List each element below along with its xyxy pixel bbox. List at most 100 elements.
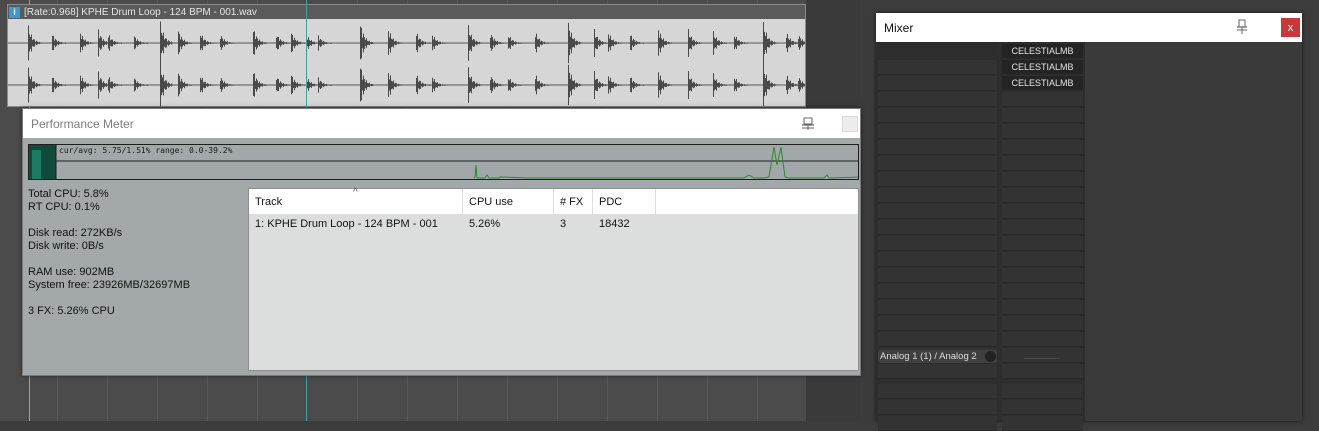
empty-fx-slot[interactable] xyxy=(878,284,997,299)
empty-fx-slot[interactable] xyxy=(1002,316,1083,331)
input-routing-label[interactable]: Analog 1 (1) / Analog 2 xyxy=(878,350,997,363)
info-icon[interactable]: i xyxy=(9,6,20,18)
waveform-peak xyxy=(331,42,332,44)
waveform-peak xyxy=(661,38,662,48)
performance-meter-window[interactable]: Performance Meter cur/avg: 5.75/1.51% ra… xyxy=(22,108,861,376)
empty-fx-slot[interactable] xyxy=(878,268,997,283)
waveform-peak xyxy=(493,40,494,46)
send-slot[interactable] xyxy=(1002,400,1083,415)
table-row[interactable]: 1: KPHE Drum Loop - 124 BPM - 001 5.26% … xyxy=(249,215,858,232)
perf-titlebar[interactable]: Performance Meter xyxy=(23,109,860,138)
waveform-peak xyxy=(134,78,135,92)
waveform-peak xyxy=(571,74,572,96)
close-button[interactable] xyxy=(842,116,858,132)
fx-slot[interactable]: CELESTIALMB xyxy=(1002,76,1083,90)
empty-fx-slot[interactable] xyxy=(878,316,997,331)
waveform-peak xyxy=(232,42,233,44)
waveform-peak xyxy=(365,40,366,46)
empty-fx-slot[interactable] xyxy=(1002,124,1083,139)
empty-fx-slot[interactable] xyxy=(878,108,997,123)
empty-fx-slot[interactable] xyxy=(1002,364,1083,379)
waveform-peak xyxy=(35,83,36,87)
empty-fx-slot[interactable] xyxy=(878,76,997,91)
waveform-peak xyxy=(642,84,643,86)
empty-fx-slot[interactable] xyxy=(878,236,997,251)
waveform-peak xyxy=(40,84,41,86)
waveform-peak xyxy=(263,42,264,44)
empty-fx-slot[interactable] xyxy=(878,220,997,235)
empty-fx-slot[interactable] xyxy=(878,300,997,315)
mixer-titlebar[interactable]: Mixer x xyxy=(876,13,1302,42)
send-slot[interactable] xyxy=(1002,384,1083,399)
waveform-peak xyxy=(442,42,443,44)
waveform-peak xyxy=(799,36,800,50)
empty-fx-slot[interactable] xyxy=(878,204,997,219)
pin-icon[interactable] xyxy=(1234,19,1250,35)
waveform-peak xyxy=(792,83,793,87)
waveform-peak xyxy=(121,42,122,44)
close-button[interactable]: x xyxy=(1281,18,1300,37)
empty-fx-slot[interactable] xyxy=(878,252,997,267)
pin-icon[interactable] xyxy=(800,117,816,131)
waveform-peak xyxy=(607,42,608,44)
empty-fx-slot[interactable] xyxy=(1002,300,1083,315)
waveform-peak xyxy=(80,75,81,95)
fx-slot[interactable]: CELESTIALMB xyxy=(1002,60,1083,74)
send-slot[interactable] xyxy=(1002,416,1083,431)
empty-fx-slot[interactable] xyxy=(1002,204,1083,219)
track-cpu-list[interactable]: ^ Track CPU use # FX PDC 1: KPHE Drum Lo… xyxy=(248,187,859,371)
empty-fx-slot[interactable] xyxy=(1002,252,1083,267)
empty-fx-slot[interactable] xyxy=(1002,108,1083,123)
empty-fx-slot[interactable] xyxy=(878,92,997,107)
send-slot[interactable] xyxy=(878,400,997,415)
waveform-peak xyxy=(287,42,288,44)
empty-fx-slot[interactable] xyxy=(878,60,997,75)
waveform-peak xyxy=(165,38,166,48)
waveform-peak xyxy=(61,83,62,87)
empty-fx-slot[interactable] xyxy=(878,172,997,187)
input-knob-icon[interactable] xyxy=(985,351,996,362)
empty-fx-slot[interactable] xyxy=(1002,156,1083,171)
send-slot[interactable] xyxy=(878,416,997,431)
empty-fx-slot[interactable] xyxy=(878,156,997,171)
waveform-peak xyxy=(767,81,768,89)
empty-fx-slot[interactable] xyxy=(878,332,997,347)
waveform-peak xyxy=(775,42,776,44)
mixer-strip-master[interactable] xyxy=(876,42,999,431)
waveform-peak xyxy=(474,39,475,47)
waveform-peak xyxy=(171,83,172,87)
column-header-fx[interactable]: # FX xyxy=(554,189,593,214)
waveform-peak xyxy=(481,42,482,44)
mixer-window[interactable]: Mixer x CELESTIALMB CELESTIALMB CELESTIA… xyxy=(876,13,1302,431)
waveform-peak xyxy=(787,75,788,95)
empty-fx-slot[interactable] xyxy=(1002,348,1083,363)
waveform-peak xyxy=(428,84,429,86)
empty-fx-slot[interactable] xyxy=(878,188,997,203)
waveform-peak xyxy=(509,38,510,48)
empty-fx-slot[interactable] xyxy=(878,140,997,155)
waveform-peak xyxy=(225,83,226,87)
empty-fx-slot[interactable] xyxy=(1002,172,1083,187)
media-item[interactable]: i [Rate:0.968] KPHE Drum Loop - 124 BPM … xyxy=(7,4,806,107)
empty-fx-slot[interactable] xyxy=(1002,188,1083,203)
column-header-cpu-use[interactable]: CPU use xyxy=(463,189,554,214)
empty-fx-slot[interactable] xyxy=(1002,268,1083,283)
empty-fx-slot[interactable] xyxy=(1002,92,1083,107)
send-slot[interactable] xyxy=(878,384,997,399)
empty-fx-slot[interactable] xyxy=(1002,284,1083,299)
column-header-pdc[interactable]: PDC xyxy=(593,189,656,214)
empty-fx-slot[interactable] xyxy=(1002,332,1083,347)
empty-fx-slot[interactable] xyxy=(878,124,997,139)
empty-fx-slot[interactable] xyxy=(878,364,997,379)
waveform-peak xyxy=(769,80,770,90)
empty-fx-slot[interactable] xyxy=(1002,236,1083,251)
waveform-peak xyxy=(326,83,327,87)
waveform-peak xyxy=(179,75,180,95)
waveform-peak xyxy=(738,82,739,88)
empty-fx-slot[interactable] xyxy=(1002,220,1083,235)
empty-fx-slot[interactable] xyxy=(1002,140,1083,155)
mixer-strip-track[interactable]: CELESTIALMB CELESTIALMB CELESTIALMB xyxy=(1000,42,1085,431)
fx-slot[interactable]: CELESTIALMB xyxy=(1002,44,1083,58)
media-item-header[interactable]: i [Rate:0.968] KPHE Drum Loop - 124 BPM … xyxy=(8,5,805,19)
waveform-peak xyxy=(38,42,39,44)
